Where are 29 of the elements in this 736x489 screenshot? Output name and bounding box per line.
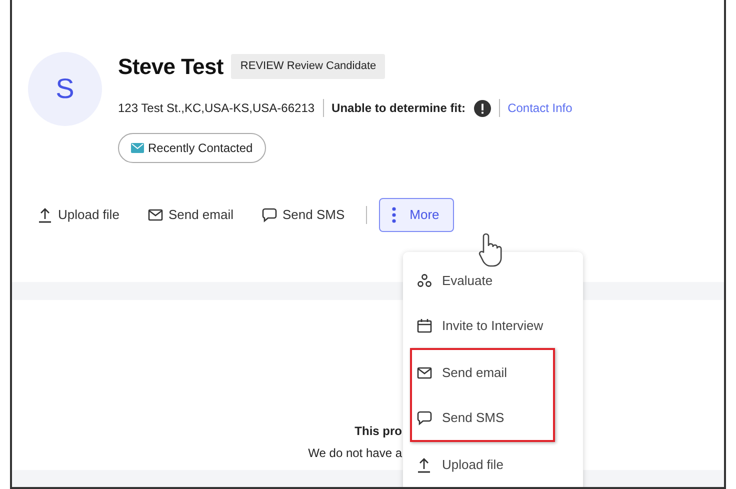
- speech-bubble-icon: [417, 410, 432, 426]
- kebab-icon: [392, 206, 396, 223]
- menu-item[interactable]: Invite to Interview: [403, 303, 583, 348]
- fit-label: Unable to determine fit:: [332, 100, 466, 117]
- more-button[interactable]: More: [378, 198, 454, 232]
- address-text: 123 Test St.,KC,USA-KS,USA-66213: [118, 100, 315, 117]
- tag-text: Recently Contacted: [148, 140, 253, 157]
- menu-item[interactable]: Evaluate: [403, 258, 583, 303]
- action-button[interactable]: Send SMS: [262, 205, 345, 224]
- candidate-name: Steve Test: [118, 53, 224, 81]
- speech-bubble-icon: [262, 206, 278, 223]
- menu-item[interactable]: Send email: [412, 350, 553, 395]
- envelope-icon: [417, 364, 432, 380]
- action-button[interactable]: Upload file: [38, 205, 120, 224]
- upload-icon: [417, 456, 432, 472]
- menu-item[interactable]: Upload file: [403, 442, 583, 487]
- status-badge: REVIEW Review Candidate: [231, 54, 386, 79]
- action-button[interactable]: Send email: [148, 205, 234, 224]
- calendar-icon: [417, 318, 432, 334]
- empty-title: This pro: [354, 423, 402, 440]
- avatar: S: [28, 52, 102, 126]
- menu-item[interactable]: Send SMS: [412, 395, 553, 440]
- exclamation-icon[interactable]: [474, 100, 491, 116]
- empty-message: We do not have a: [308, 445, 402, 462]
- upload-icon: [38, 206, 53, 223]
- envelope-icon: [148, 206, 164, 223]
- shapes-icon: [417, 272, 432, 288]
- envelope-icon: [131, 143, 144, 153]
- contact-info-link[interactable]: Contact Info: [508, 99, 572, 117]
